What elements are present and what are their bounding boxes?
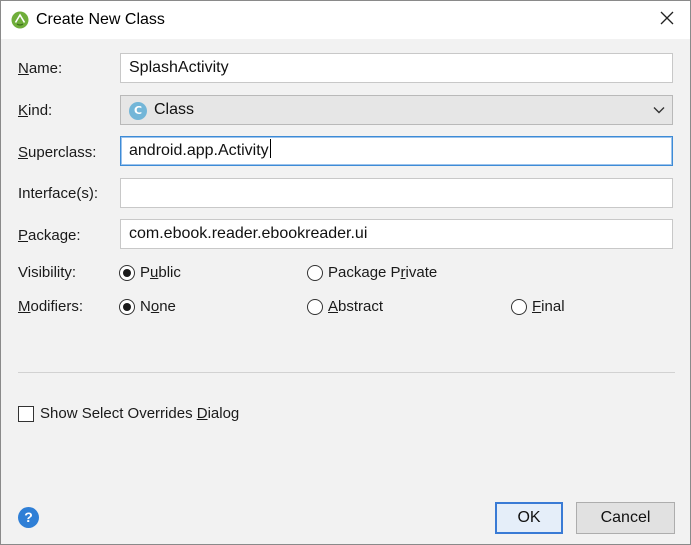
radio-indicator <box>511 298 527 315</box>
kind-value: Class <box>154 101 195 118</box>
superclass-label: Superclass: <box>18 144 97 161</box>
radio-label: Final <box>532 298 565 315</box>
package-label: Package: <box>18 227 81 244</box>
interfaces-field[interactable] <box>120 178 673 208</box>
checkbox-box <box>18 405 34 422</box>
chevron-down-icon <box>652 103 666 117</box>
android-studio-icon <box>11 11 29 29</box>
text-caret <box>269 139 271 158</box>
visibility-public-radio[interactable]: Public <box>119 264 181 281</box>
modifier-none-radio[interactable]: None <box>119 298 176 315</box>
radio-label: Package Private <box>328 264 438 281</box>
close-icon <box>660 11 674 29</box>
radio-label: None <box>140 298 176 315</box>
modifiers-label: Modifiers: <box>18 298 84 315</box>
ok-button[interactable]: OK <box>495 502 563 534</box>
radio-label: Public <box>140 264 181 281</box>
visibility-label: Visibility: <box>18 264 77 281</box>
show-overrides-checkbox[interactable]: Show Select Overrides Dialog <box>18 405 239 422</box>
package-field[interactable]: com.ebook.reader.ebookreader.ui <box>120 219 673 249</box>
modifier-final-radio[interactable]: Final <box>511 298 565 315</box>
radio-label: Abstract <box>328 298 384 315</box>
interfaces-label: Interface(s): <box>18 185 99 202</box>
radio-indicator <box>119 264 135 281</box>
class-icon: C <box>129 102 147 120</box>
kind-label: Kind: <box>18 102 53 119</box>
radio-indicator <box>119 298 135 315</box>
radio-indicator <box>307 264 323 281</box>
help-icon[interactable]: ? <box>18 507 39 528</box>
create-new-class-dialog: Create New Class Name: SplashActivity Ki… <box>0 0 691 545</box>
checkbox-label: Show Select Overrides Dialog <box>40 405 240 422</box>
title-bar: Create New Class <box>1 1 690 39</box>
radio-indicator <box>307 298 323 315</box>
window-title: Create New Class <box>36 11 165 28</box>
separator <box>18 372 675 373</box>
superclass-value: android.app.Activity <box>129 142 269 159</box>
name-label: Name: <box>18 60 63 77</box>
modifier-abstract-radio[interactable]: Abstract <box>307 298 383 315</box>
close-button[interactable] <box>644 1 690 39</box>
cancel-button[interactable]: Cancel <box>576 502 675 534</box>
kind-select[interactable]: C Class <box>120 95 673 125</box>
name-field[interactable]: SplashActivity <box>120 53 673 83</box>
visibility-package-private-radio[interactable]: Package Private <box>307 264 437 281</box>
superclass-field[interactable]: android.app.Activity <box>120 136 673 166</box>
